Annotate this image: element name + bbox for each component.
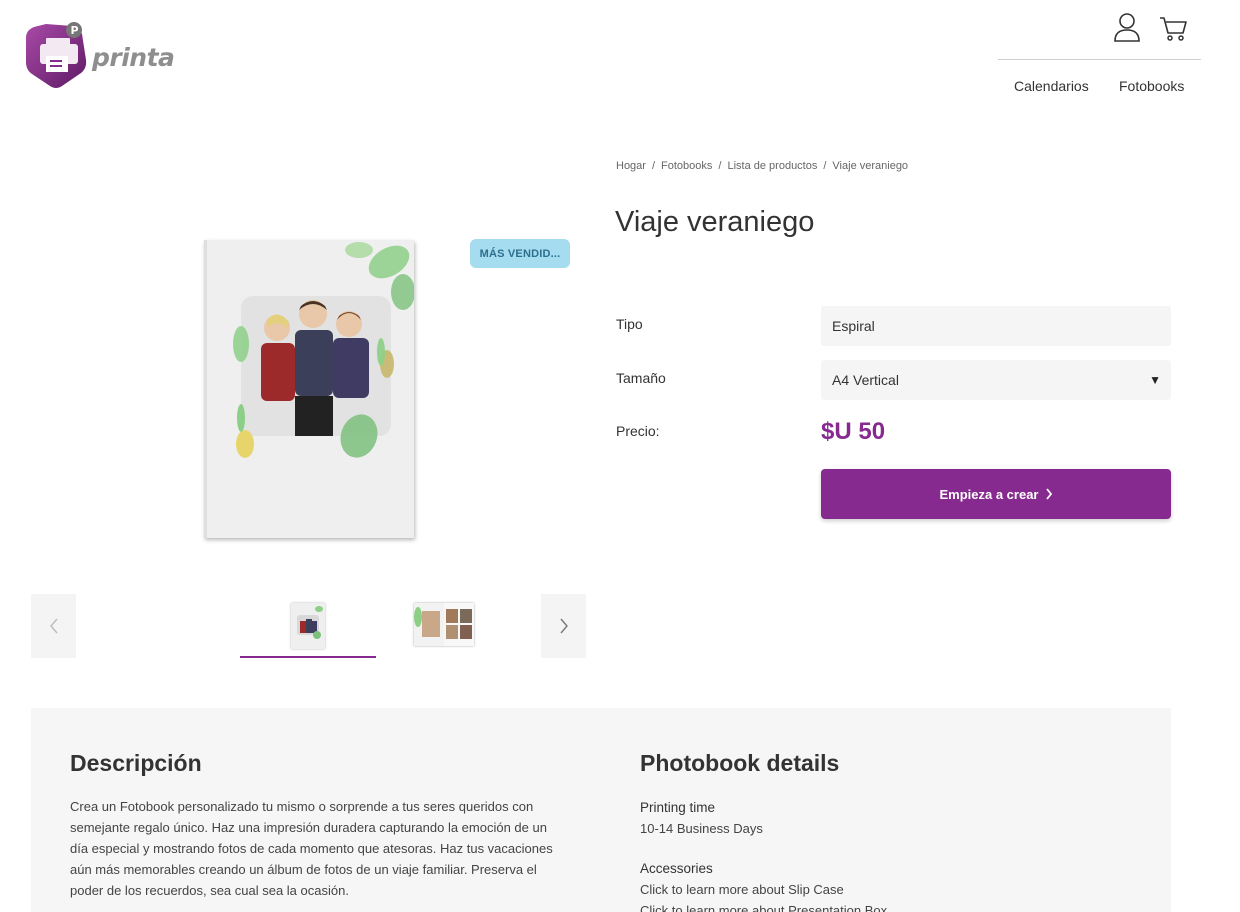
tipo-field[interactable]: Espiral: [821, 306, 1171, 346]
presentation-box-link[interactable]: Click to learn more about Presentation B…: [640, 900, 887, 912]
slip-case-link[interactable]: Click to learn more about Slip Case: [640, 879, 844, 900]
start-creating-button[interactable]: Empieza a crear: [821, 469, 1171, 519]
cart-icon[interactable]: [1159, 12, 1187, 42]
breadcrumb-hogar[interactable]: Hogar: [616, 160, 646, 172]
carousel-next-button[interactable]: [541, 594, 586, 658]
tamano-select[interactable]: A4 Vertical ▼: [821, 360, 1171, 400]
thumbnail-inner-pages-image: [414, 603, 474, 646]
breadcrumb-fotobooks[interactable]: Fotobooks: [661, 160, 712, 172]
product-image: [204, 240, 415, 538]
breadcrumb-separator: /: [718, 160, 722, 172]
tamano-selected-value: A4 Vertical: [832, 372, 899, 388]
product-price: $U 50: [821, 418, 886, 445]
thumbnail-inner-pages[interactable]: [414, 603, 474, 646]
breadcrumb-separator: /: [651, 160, 656, 172]
chevron-right-icon: [1045, 488, 1052, 500]
breadcrumb: Hogar / Fotobooks / Lista de productos /…: [616, 160, 908, 172]
printing-time-label: Printing time: [640, 800, 716, 815]
breadcrumb-current: Viaje veraniego: [832, 160, 909, 172]
tamano-label: Tamaño: [616, 370, 666, 386]
printa-logo[interactable]: P printa: [24, 20, 175, 90]
brand-name: printa: [92, 42, 175, 72]
nav-calendarios[interactable]: Calendarios: [1014, 78, 1089, 94]
bestseller-badge: MÁS VENDID...: [470, 239, 570, 268]
thumbnail-active-indicator: [240, 656, 376, 658]
caret-down-icon: ▼: [1149, 373, 1161, 387]
precio-label: Precio:: [616, 423, 660, 439]
details-heading: Photobook details: [640, 750, 840, 776]
carousel-prev-button[interactable]: [31, 594, 76, 658]
chevron-right-icon: [559, 618, 568, 634]
breadcrumb-lista-de-productos[interactable]: Lista de productos: [727, 160, 817, 172]
printer-logo-icon: P: [26, 22, 87, 88]
nav-fotobooks[interactable]: Fotobooks: [1119, 78, 1184, 94]
tipo-label: Tipo: [616, 316, 643, 332]
start-creating-label: Empieza a crear: [939, 486, 1039, 502]
description-text: Crea un Fotobook personalizado tu mismo …: [70, 799, 553, 898]
photobook-cover-illustration: [233, 242, 415, 458]
chevron-left-icon: [49, 618, 58, 634]
svg-text:P: P: [71, 24, 79, 37]
breadcrumb-separator: /: [823, 160, 827, 172]
thumbnail-cover[interactable]: [291, 603, 325, 649]
description-heading: Descripción: [70, 750, 202, 776]
user-icon[interactable]: [1113, 12, 1141, 42]
product-title: Viaje veraniego: [615, 206, 815, 238]
printing-time-value: 10-14 Business Days: [640, 821, 763, 836]
thumbnail-cover-image: [297, 606, 323, 639]
header-divider: [998, 59, 1201, 60]
accessories-label: Accessories: [640, 861, 713, 876]
